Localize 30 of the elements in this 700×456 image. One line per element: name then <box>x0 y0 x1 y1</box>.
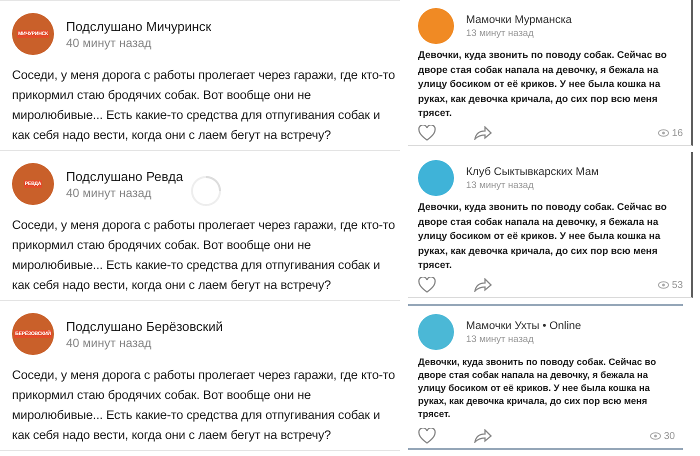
post-time: 13 минут назад <box>466 334 535 344</box>
view-count: 30 <box>664 430 675 442</box>
post-time: 40 минут назад <box>66 186 152 200</box>
share-icon[interactable] <box>474 278 492 292</box>
post-time: 40 минут назад <box>66 336 152 350</box>
author-name[interactable]: Подслушано Берёзовский <box>66 318 223 334</box>
author-name[interactable]: Мамочки Мурманска <box>466 14 572 26</box>
post-text: Соседи, у меня дорога с работы пролегает через гаражи, где кто-то прикормил стаю бродячих собак. Вот вообще они не миролюбивые... Есть какие-то средства для отпугивания собак и как себя надо вести, когда они с лаем бегут на встречу? <box>12 217 396 294</box>
heart-icon[interactable] <box>418 428 436 444</box>
share-icon[interactable] <box>474 429 492 443</box>
post-time: 13 минут назад <box>466 180 535 190</box>
heart-icon[interactable] <box>418 125 436 141</box>
view-count: 53 <box>672 280 683 290</box>
heart-icon[interactable] <box>418 277 436 293</box>
eye-icon <box>658 281 669 289</box>
post-time: 40 минут назад <box>66 36 152 50</box>
author-name[interactable]: Мамочки Ухты • Online <box>466 320 582 332</box>
author-name[interactable]: Подслушано Мичуринск <box>66 18 212 34</box>
share-icon[interactable] <box>474 126 492 140</box>
post-text: Девочки, куда звонить по поводу собак. Сейчас во дворе стая собак напала на девочку, я бежала на улицу босиком от её криков. У нее была кошка на руках, как девочка кричала, до сих пор всю меня трясет. <box>418 355 658 421</box>
post-text: Девочки, куда звонить по поводу собак. Сейчас во дворе стая собак напала на девочку, я бежала на улицу босиком от её криков. У нее была кошка на руках, как девочка кричала, до сих пор всю меня трясет. <box>418 49 668 121</box>
eye-icon <box>658 129 669 137</box>
post-time: 13 минут назад <box>466 28 535 38</box>
author-name[interactable]: Подслушано Ревда <box>66 168 184 184</box>
post-text: Девочки, куда звонить по поводу собак. Сейчас во дворе стая собак напала на девочку, я бежала на улицу босиком от её криков. У нее была кошка на руках, как девочка кричала, до сих пор всю меня трясет. <box>418 201 668 273</box>
post-text: Соседи, у меня дорога с работы пролегает через гаражи, где кто-то прикормил стаю бродячих собак. Вот вообще они не миролюбивые... Есть какие-то средства для отпугивания собак и как себя надо вести, когда они с лаем бегут на встречу? <box>12 367 396 444</box>
view-count: 16 <box>672 128 683 138</box>
post-text: Соседи, у меня дорога с работы пролегает через гаражи, где кто-то прикормил стаю бродячих собак. Вот вообще они не миролюбивые... Есть какие-то средства для отпугивания собак и как себя надо вести, когда они с лаем бегут на встречу? <box>12 67 396 144</box>
author-name[interactable]: Клуб Сыктывкарских Мам <box>466 166 599 178</box>
eye-icon <box>650 432 661 440</box>
